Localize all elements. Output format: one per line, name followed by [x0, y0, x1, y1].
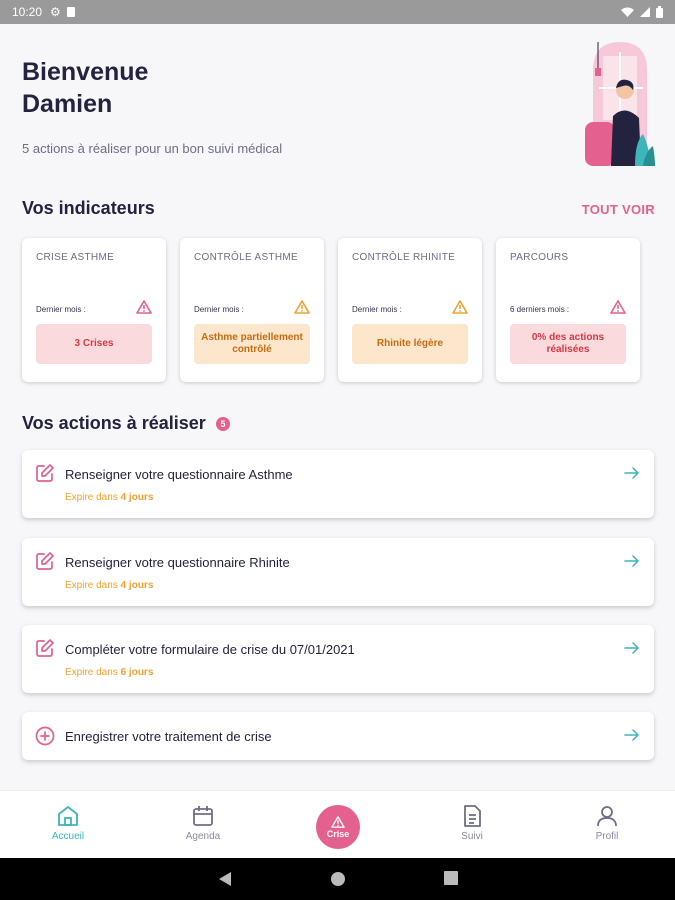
welcome-header: Bienvenue Damien	[22, 56, 148, 120]
warning-icon	[610, 300, 626, 314]
indicator-badge: 0% des actions réalisées	[510, 324, 626, 364]
home-circle-icon[interactable]	[330, 871, 346, 887]
nav-suivi[interactable]: Suivi	[432, 805, 512, 842]
greeting-name: Damien	[22, 90, 113, 118]
signal-icon	[640, 7, 650, 17]
arrow-right-icon	[624, 555, 639, 567]
greeting-line1: Bienvenue	[22, 58, 149, 86]
action-formulaire-crise[interactable]: Compléter votre formulaire de crise du 0…	[22, 625, 654, 693]
nav-label: Profil	[595, 831, 619, 842]
indicator-title: CRISE ASTHME	[36, 252, 115, 263]
document-icon	[464, 805, 481, 827]
arrow-right-icon	[624, 642, 639, 654]
nav-accueil[interactable]: Accueil	[28, 805, 108, 842]
nav-profil[interactable]: Profil	[567, 805, 647, 842]
action-title: Renseigner votre questionnaire Rhinite	[65, 555, 290, 570]
edit-icon	[36, 464, 54, 482]
edit-icon	[36, 639, 54, 657]
system-nav-bar	[0, 858, 675, 900]
indicator-badge: 3 Crises	[36, 324, 152, 364]
warning-icon	[294, 300, 310, 314]
action-questionnaire-rhinite[interactable]: Renseigner votre questionnaire Rhinite E…	[22, 538, 654, 606]
edit-icon	[36, 552, 54, 570]
indicator-period: Dernier mois :	[36, 305, 86, 314]
plus-circle-icon	[35, 726, 55, 746]
indicator-badge: Rhinite légère	[352, 324, 468, 364]
welcome-subtitle: 5 actions à réaliser pour un bon suivi m…	[22, 141, 283, 156]
see-all-link[interactable]: TOUT VOIR	[582, 202, 655, 217]
warning-icon	[452, 300, 468, 314]
actions-title: Vos actions à réaliser	[22, 413, 206, 433]
action-questionnaire-asthme[interactable]: Renseigner votre questionnaire Asthme Ex…	[22, 450, 654, 518]
nav-label: Suivi	[461, 831, 483, 842]
expiry-value: 4 jours	[120, 580, 154, 591]
expiry-prefix: Expire dans	[65, 492, 118, 503]
wifi-icon	[621, 7, 634, 17]
indicators-list: CRISE ASTHME Dernier mois : 3 Crises CON…	[22, 238, 640, 382]
arrow-right-icon	[624, 729, 639, 741]
status-bar: 10:20 ⚙	[0, 0, 675, 24]
expiry-prefix: Expire dans	[65, 667, 118, 678]
indicator-title: CONTRÔLE RHINITE	[352, 252, 456, 263]
indicator-title: PARCOURS	[510, 252, 569, 263]
indicators-title: Vos indicateurs	[22, 198, 155, 218]
actions-count-badge: 5	[216, 417, 230, 431]
action-title: Enregistrer votre traitement de crise	[65, 729, 272, 744]
recents-icon[interactable]	[444, 871, 458, 885]
action-title: Renseigner votre questionnaire Asthme	[65, 467, 293, 482]
action-expiry: Expire dans 4 jours	[65, 580, 153, 591]
home-icon	[58, 806, 78, 826]
action-title: Compléter votre formulaire de crise du 0…	[65, 642, 355, 657]
indicator-card-crise-asthme[interactable]: CRISE ASTHME Dernier mois : 3 Crises	[22, 238, 166, 382]
nav-label: Accueil	[51, 831, 85, 842]
status-time: 10:20	[12, 5, 43, 19]
gear-icon: ⚙	[50, 5, 61, 19]
calendar-icon	[193, 806, 213, 826]
warning-icon	[331, 815, 345, 828]
nav-agenda[interactable]: Agenda	[163, 805, 243, 842]
indicator-card-controle-asthme[interactable]: CONTRÔLE ASTHME Dernier mois : Asthme pa…	[180, 238, 324, 382]
action-expiry: Expire dans 4 jours	[65, 492, 153, 503]
action-expiry: Expire dans 6 jours	[65, 667, 153, 678]
indicator-period: 6 derniers mois :	[510, 305, 570, 314]
nav-crise-button[interactable]: Crise	[316, 805, 360, 849]
indicator-period: Dernier mois :	[352, 305, 402, 314]
action-traitement-crise[interactable]: Enregistrer votre traitement de crise	[22, 712, 654, 760]
bottom-nav: Accueil Agenda Crise Suivi Profil	[0, 790, 675, 858]
expiry-prefix: Expire dans	[65, 580, 118, 591]
arrow-right-icon	[624, 467, 639, 479]
expiry-value: 6 jours	[120, 667, 154, 678]
indicator-period: Dernier mois :	[194, 305, 244, 314]
warning-icon	[136, 300, 152, 314]
indicator-title: CONTRÔLE ASTHME	[194, 252, 298, 263]
user-icon	[597, 806, 617, 827]
expiry-value: 4 jours	[120, 492, 154, 503]
indicator-card-parcours[interactable]: PARCOURS 6 derniers mois : 0% des action…	[496, 238, 640, 382]
sd-card-icon	[66, 7, 75, 17]
nav-label: Crise	[326, 828, 350, 839]
indicator-badge: Asthme partiellement contrôlé	[194, 324, 310, 364]
nav-label: Agenda	[185, 831, 221, 842]
welcome-illustration	[585, 42, 655, 166]
back-icon[interactable]	[218, 871, 232, 887]
indicator-card-controle-rhinite[interactable]: CONTRÔLE RHINITE Dernier mois : Rhinite …	[338, 238, 482, 382]
battery-icon	[656, 6, 663, 18]
